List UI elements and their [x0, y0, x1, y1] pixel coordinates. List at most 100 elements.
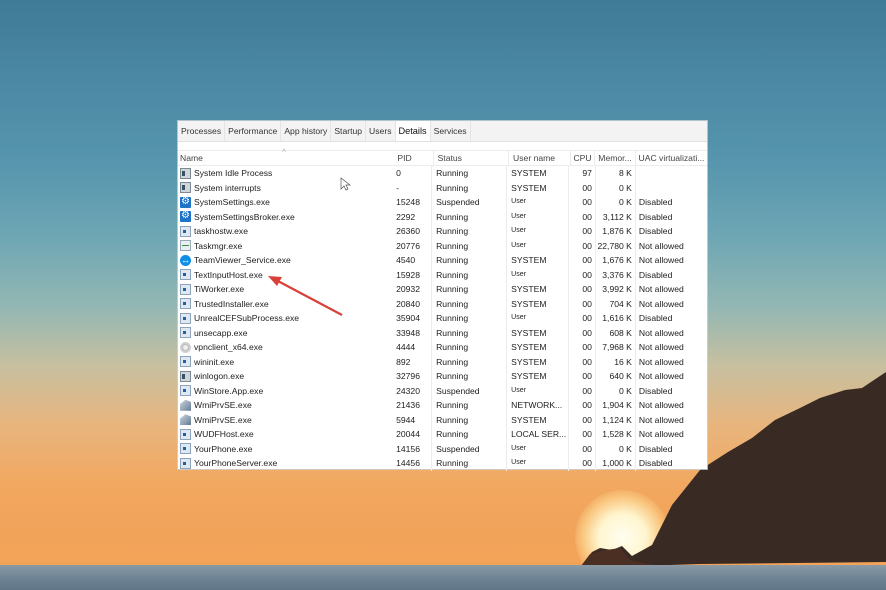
tab-details[interactable]: Details	[395, 121, 431, 141]
table-row[interactable]: TeamViewer_Service.exe 4540 RunningSYSTEM0…	[178, 253, 707, 268]
user-name-cell: User	[506, 238, 567, 253]
user-name-cell: User	[506, 441, 567, 456]
window-icon	[180, 443, 191, 455]
sort-ascending-icon: ˄	[282, 148, 287, 155]
status-cell: Suspended	[431, 195, 506, 210]
wmi-icon	[180, 414, 191, 426]
table-row[interactable]: vpnclient_x64.exe 4444 Running SYSTEM 00 7,96…	[178, 340, 707, 355]
uac-cell: Not allowed	[634, 354, 707, 369]
table-row[interactable]: taskhostw.exe 26360 Running User 00 1,876 K Di…	[178, 224, 707, 239]
memory-cell: 640 K	[594, 369, 635, 384]
process-name-cell: SystemSettingsBroker.exe	[178, 210, 392, 224]
window-icon	[180, 356, 191, 368]
window-icon	[180, 457, 191, 469]
table-row[interactable]: YourPhoneServer.exe 14456 Running User 00 1,0…	[178, 456, 707, 471]
tab-app-history[interactable]: App history	[281, 121, 332, 141]
uac-cell: Disabled	[634, 311, 707, 326]
cpu-cell: 00	[567, 311, 595, 326]
column-header-cpu[interactable]: CPU	[569, 151, 594, 165]
memory-cell: 1,676 K	[594, 253, 635, 268]
table-row[interactable]: TrustedInstaller.exe 20840 Running SYSTEM 00…	[178, 296, 707, 312]
table-row[interactable]: WinStore.App.exe 24320 Suspended User 00 0 KD…	[178, 383, 707, 398]
user-name-cell: SYSTEM	[506, 325, 567, 340]
process-name: vpnclient_x64.exe	[194, 342, 263, 352]
status-cell: Running	[431, 296, 506, 311]
process-name: Taskmgr.exe	[194, 240, 243, 251]
pid-cell: 32796	[396, 371, 420, 381]
pid-cell: 892	[396, 356, 411, 367]
process-name-cell: System Idle Process	[178, 166, 392, 181]
tab-services[interactable]: Services	[431, 121, 471, 141]
column-header-pid[interactable]: PID	[393, 151, 432, 165]
user-name-cell: SYSTEM	[506, 369, 567, 384]
uac-cell: Not allowed	[634, 427, 707, 442]
uac-cell: Disabled	[634, 267, 707, 282]
memory-cell: 3,376 K	[594, 267, 635, 282]
cpu-cell: 00	[567, 296, 595, 311]
uac-cell: Not allowed	[634, 238, 707, 253]
process-name: WUDFHost.exe	[194, 429, 254, 439]
table-row[interactable]: WmiPrvSE.exe 5944 Running SYSTEM 00 1,124 K No…	[178, 412, 707, 428]
table-row[interactable]: System interrupts - Running SYSTEM 00 0 K	[178, 180, 707, 195]
table-row[interactable]: UnrealCEFSubProcess.exe 35904 Running User 0…	[178, 311, 707, 326]
window-icon	[180, 225, 191, 237]
process-name-cell: UnrealCEFSubProcess.exe	[178, 311, 392, 326]
process-name: TeamViewer_Service.exe	[194, 255, 291, 265]
window-icon	[180, 385, 191, 397]
memory-cell: 0 K	[594, 180, 635, 195]
process-name: taskhostw.exe	[194, 226, 248, 236]
table-row[interactable]: WmiPrvSE.exe 21436 Running NETWORK... 00 1,90…	[178, 398, 707, 413]
process-name-cell: WmiPrvSE.exe	[178, 413, 392, 428]
process-name-cell: TrustedInstaller.exe	[178, 297, 392, 312]
status-cell: Running	[431, 253, 506, 268]
column-header-uac-virtualization[interactable]: UAC virtualizati...	[634, 151, 708, 165]
uac-cell	[634, 166, 707, 181]
process-name: SystemSettingsBroker.exe	[194, 211, 295, 222]
table-row[interactable]: winlogon.exe 32796 Running SYSTEM 00 640 K Not…	[178, 369, 707, 384]
user-name-cell: User	[506, 383, 567, 398]
cpu-cell: 00	[567, 209, 595, 224]
table-row[interactable]: System Idle Process 0 Running SYSTEM 97 8 K	[178, 166, 707, 181]
cpu-cell: 00	[567, 441, 595, 456]
tab-users[interactable]: Users	[366, 121, 396, 141]
column-header-status[interactable]: Status	[432, 151, 508, 165]
system-icon	[180, 370, 191, 382]
table-row[interactable]: wininit.exe 892 Running SYSTEM 00 16 K Not all…	[178, 354, 707, 370]
column-header-memory[interactable]: Memor...	[594, 151, 634, 165]
table-row[interactable]: TextInputHost.exe 15928 Running User 00 3,376…	[178, 267, 707, 282]
process-name: WinStore.App.exe	[194, 385, 264, 396]
table-row[interactable]: SystemSettings.exe 15248 SuspendedUser000 …	[178, 195, 707, 210]
pid-cell: 24320	[396, 385, 420, 396]
user-name-cell: User	[506, 224, 567, 239]
process-name-cell: taskhostw.exe	[178, 224, 392, 239]
process-name-cell: wininit.exe	[178, 355, 392, 370]
status-cell: Running	[431, 340, 506, 355]
tab-performance[interactable]: Performance	[225, 121, 282, 141]
wmi-icon	[180, 399, 191, 411]
tab-startup[interactable]: Startup	[331, 121, 367, 141]
window-icon	[180, 283, 191, 295]
memory-cell: 1,124 K	[594, 412, 635, 427]
gear-icon	[180, 195, 191, 210]
process-name: System Idle Process	[194, 168, 273, 178]
cpu-cell: 00	[567, 456, 595, 471]
tab-processes[interactable]: Processes	[178, 121, 226, 141]
table-row[interactable]: SystemSettingsBroker.exe 2292 RunningUser0…	[178, 209, 707, 224]
uac-cell: Not allowed	[634, 282, 707, 297]
user-name-cell: SYSTEM	[506, 166, 567, 181]
uac-cell: Disabled	[634, 209, 707, 224]
memory-cell: 0 K	[594, 195, 635, 210]
table-row[interactable]: WUDFHost.exe 20044 Running LOCAL SER... 00 1,…	[178, 427, 707, 442]
uac-cell: Not allowed	[634, 253, 707, 268]
table-row[interactable]: TiWorker.exe 20932 Running SYSTEM 00 3,992 KN…	[178, 282, 707, 297]
cpu-cell: 00	[567, 267, 595, 282]
uac-cell: Disabled	[634, 383, 707, 398]
table-row[interactable]: unsecapp.exe 33948 Running SYSTEM 00 608 K Not…	[178, 325, 707, 340]
table-row[interactable]: YourPhone.exe 14156 Suspended User 00 0 K Disa…	[178, 441, 707, 456]
user-name-cell: User	[506, 311, 567, 326]
table-row[interactable]: Taskmgr.exe 20776 Running User 00 22,780 K Not…	[178, 238, 707, 253]
process-name: winlogon.exe	[194, 371, 245, 381]
process-name: unsecapp.exe	[194, 327, 248, 338]
column-header-user-name[interactable]: User name	[508, 151, 570, 165]
uac-cell: Not allowed	[634, 340, 707, 355]
